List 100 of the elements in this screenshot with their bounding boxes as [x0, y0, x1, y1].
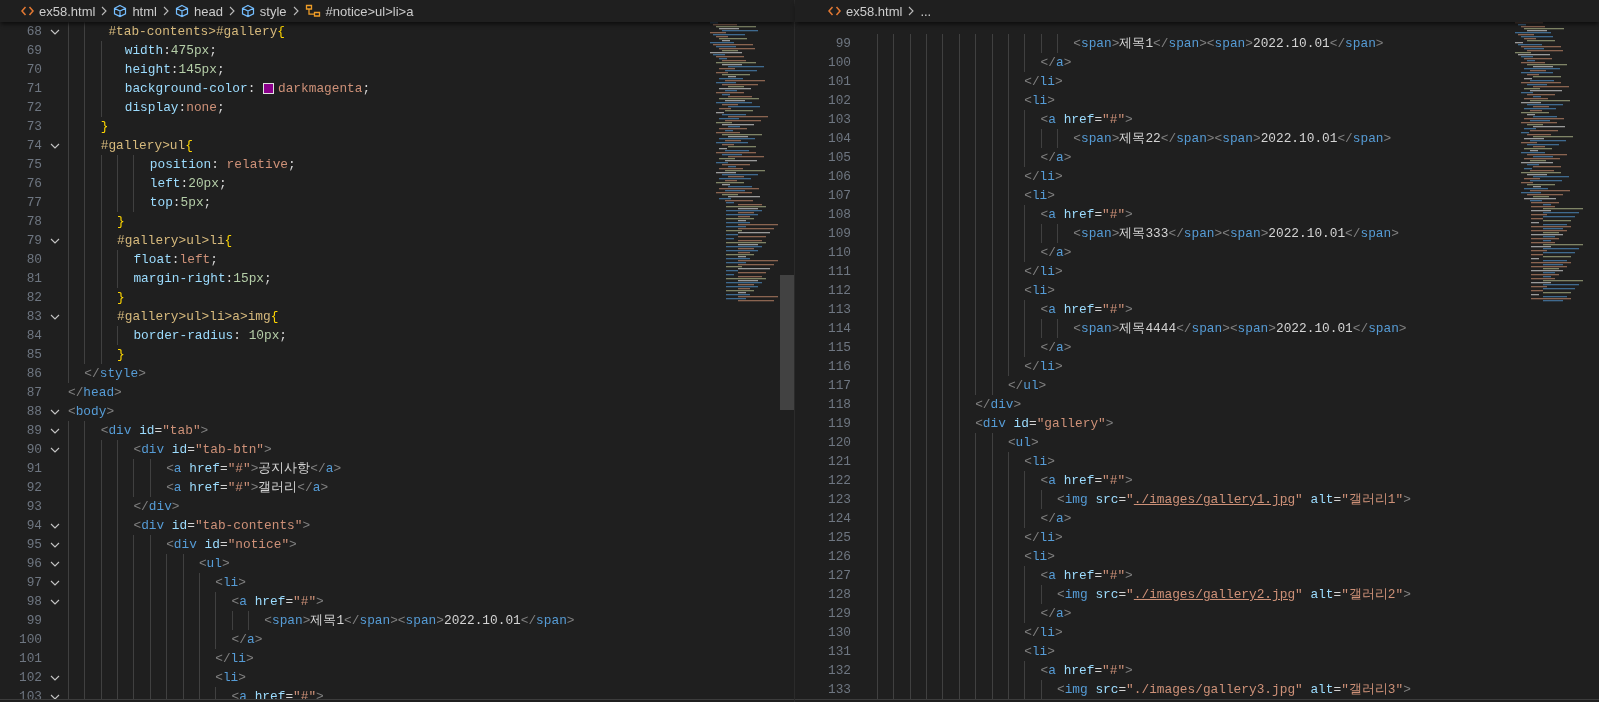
line-number: 68: [25, 23, 42, 41]
code-line: <a href="#">: [1040, 301, 1133, 319]
color-swatch-icon[interactable]: [263, 83, 274, 94]
code-line: </li>: [215, 650, 254, 668]
code-line: </head>: [68, 384, 122, 402]
line-number: 111: [826, 263, 851, 281]
code-line: border-radius: 10px;: [133, 327, 288, 345]
code-line: </div>: [133, 498, 180, 516]
line-number: 76: [25, 175, 42, 193]
line-number: 103: [826, 111, 851, 129]
line-number: 74: [25, 137, 42, 155]
chevron-right-icon: [161, 6, 170, 16]
code-line: </a>: [1040, 54, 1072, 72]
file-code-icon: [828, 6, 841, 16]
code-line: <li>: [1024, 643, 1055, 661]
minimap-drawing[interactable]: [710, 22, 780, 304]
line-number: 100: [826, 54, 851, 72]
line-number: 101: [17, 650, 42, 668]
line-number: 104: [826, 130, 851, 148]
chevron-right-icon: [227, 6, 236, 16]
breadcrumb-item[interactable]: ex58.html: [846, 3, 903, 19]
code-line: <a href="#">: [1040, 472, 1133, 490]
line-number: 107: [826, 187, 851, 205]
line-number: 86: [25, 365, 42, 383]
line-number: 121: [826, 453, 851, 471]
code-line: <ul>: [1007, 434, 1039, 452]
scrollbar-thumb[interactable]: [780, 275, 794, 410]
structure-icon: [304, 4, 321, 18]
line-number: 98: [25, 593, 42, 611]
code-line: </div>: [975, 396, 1022, 414]
code-line: <body>: [68, 403, 115, 421]
breadcrumb-item[interactable]: html: [132, 3, 157, 19]
breadcrumb-item[interactable]: head: [193, 3, 223, 19]
cube-icon: [240, 4, 255, 18]
code-line: }: [117, 346, 125, 364]
line-number: 122: [826, 472, 851, 490]
code-line: display:none;: [124, 99, 225, 117]
code-line: </li>: [1024, 529, 1063, 547]
breadcrumb-item[interactable]: ...: [920, 3, 932, 19]
minimap-drawing[interactable]: [1515, 22, 1585, 304]
line-number: 75: [25, 156, 42, 174]
code-line: #gallery>ul{: [100, 137, 193, 155]
line-number: 90: [25, 441, 42, 459]
line-number: 133: [826, 681, 851, 699]
code-line: <div id="tab-btn">: [133, 441, 272, 459]
line-number: 118: [826, 396, 851, 414]
line-number: 97: [25, 574, 42, 592]
file-code-icon: [21, 6, 34, 16]
breadcrumb-item[interactable]: style: [259, 3, 287, 19]
line-number: 83: [25, 308, 42, 326]
line-number: 79: [25, 232, 42, 250]
code-line: <a href="#">: [1040, 567, 1133, 585]
line-number: 113: [826, 301, 851, 319]
code-text: background-color:: [124, 80, 257, 98]
code-line: <li>: [1024, 187, 1055, 205]
code-line: #gallery>ul>li>a>img{: [117, 308, 279, 326]
code-line: <a href="#">: [231, 593, 324, 611]
code-line: <a href="#">갤러리</a>: [166, 479, 329, 497]
line-number: 109: [826, 225, 851, 243]
breadcrumb-item[interactable]: #notice>ul>li>a: [325, 3, 414, 19]
line-number: 95: [25, 536, 42, 554]
line-number: 84: [25, 327, 42, 345]
chevron-right-icon: [907, 6, 916, 16]
code-line: <span>제목4444</span><span>2022.10.01</span>: [1073, 320, 1407, 338]
code-line: <li>: [1024, 92, 1055, 110]
line-number: 117: [826, 377, 851, 395]
code-line: </li>: [1024, 73, 1063, 91]
line-number: 123: [826, 491, 851, 509]
code-line: </style>: [84, 365, 146, 383]
code-line: top:5px;: [149, 194, 212, 212]
line-number: 71: [25, 80, 42, 98]
code-line: </li>: [1024, 624, 1063, 642]
code-line: <div id="notice">: [166, 536, 297, 554]
code-line: float:left;: [133, 251, 218, 269]
cube-icon: [113, 4, 128, 18]
code-line: </a>: [1040, 244, 1072, 262]
chevron-right-icon: [100, 6, 109, 16]
code-line: </li>: [1024, 263, 1063, 281]
code-line: </li>: [1024, 358, 1063, 376]
code-line: <a href="#">: [1040, 206, 1133, 224]
code-line: #gallery>ul>li{: [117, 232, 233, 250]
code-line: <img src="./images/gallery3.jpg" alt="갤러리3">: [1056, 681, 1411, 699]
code-line: height:145px;: [124, 61, 225, 79]
line-number: 101: [826, 73, 851, 91]
line-number: 128: [826, 586, 851, 604]
code-text: darkmagenta;: [278, 80, 371, 98]
line-number: 94: [25, 517, 42, 535]
code-line: <span>제목333</span><span>2022.10.01</span>: [1073, 225, 1399, 243]
line-number: 112: [826, 282, 851, 300]
breadcrumb-item[interactable]: ex58.html: [39, 3, 96, 19]
code-line: <span>제목1</span><span>2022.10.01</span>: [1073, 35, 1384, 53]
code-line: <a href="#">: [1040, 662, 1133, 680]
code-line: <span>제목22</span><span>2022.10.01</span>: [1073, 130, 1392, 148]
code-line: #tab-contents>#gallery{: [108, 23, 286, 41]
code-line: }: [117, 289, 125, 307]
line-number: 93: [25, 498, 42, 516]
line-number: 72: [25, 99, 42, 117]
code-line: </li>: [1024, 168, 1063, 186]
line-number: 99: [834, 35, 851, 53]
line-number: 108: [826, 206, 851, 224]
